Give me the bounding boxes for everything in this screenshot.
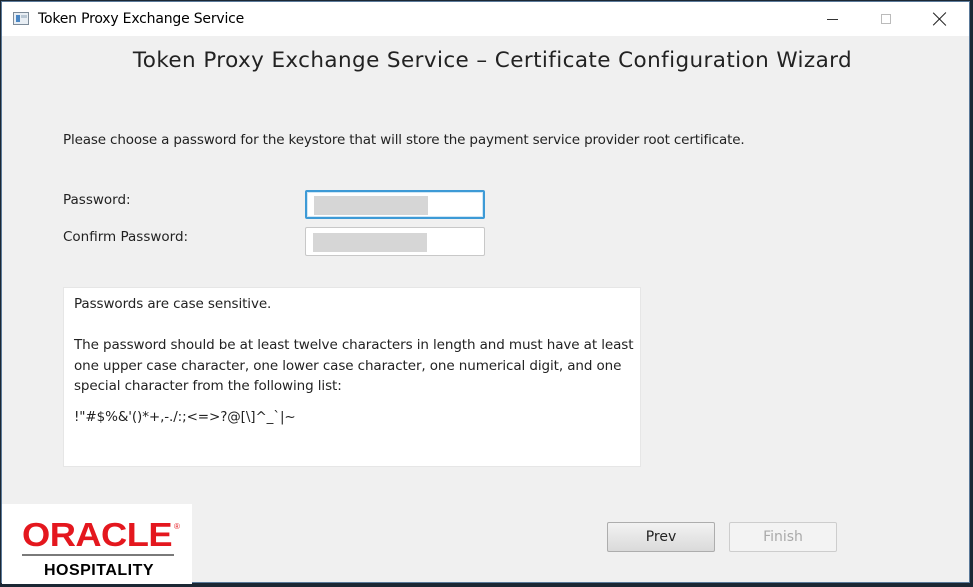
close-icon xyxy=(933,12,947,26)
hospitality-text: HOSPITALITY xyxy=(43,562,155,579)
wizard-window: Token Proxy Exchange Service Token Proxy… xyxy=(1,1,970,584)
confirm-password-label: Confirm Password: xyxy=(63,229,189,245)
finish-button[interactable]: Finish xyxy=(729,522,837,552)
app-icon xyxy=(13,12,29,25)
oracle-hospitality-logo: ORACLE ® HOSPITALITY xyxy=(2,504,192,584)
maximize-button[interactable] xyxy=(863,2,909,36)
title-bar[interactable]: Token Proxy Exchange Service xyxy=(2,2,969,36)
close-button[interactable] xyxy=(917,2,963,36)
password-label: Password: xyxy=(63,192,131,208)
instruction-text: Please choose a password for the keystor… xyxy=(63,132,745,148)
window-title: Token Proxy Exchange Service xyxy=(38,11,245,27)
maximize-icon xyxy=(881,14,891,24)
password-requirements: The password should be at least twelve c… xyxy=(74,337,634,394)
prev-button[interactable]: Prev xyxy=(607,522,715,552)
password-field[interactable] xyxy=(305,190,487,219)
wizard-heading: Token Proxy Exchange Service – Certifica… xyxy=(132,48,853,73)
minimize-icon xyxy=(826,18,838,20)
confirm-password-field[interactable] xyxy=(305,227,488,257)
special-characters-list: !"#$%&'()*+,-./:;<=>?@[\]^_`|~ xyxy=(74,409,296,425)
minimize-button[interactable] xyxy=(809,2,855,36)
logo-divider xyxy=(22,554,174,556)
confirm-password-input[interactable] xyxy=(306,228,488,257)
password-input[interactable] xyxy=(307,192,487,219)
oracle-brand-text: ORACLE xyxy=(22,519,172,551)
password-rules-box: Passwords are case sensitive. The passwo… xyxy=(63,287,641,467)
registered-mark: ® xyxy=(174,522,180,531)
oracle-wordmark: ORACLE ® xyxy=(22,519,180,551)
case-sensitive-note: Passwords are case sensitive. xyxy=(74,296,272,312)
